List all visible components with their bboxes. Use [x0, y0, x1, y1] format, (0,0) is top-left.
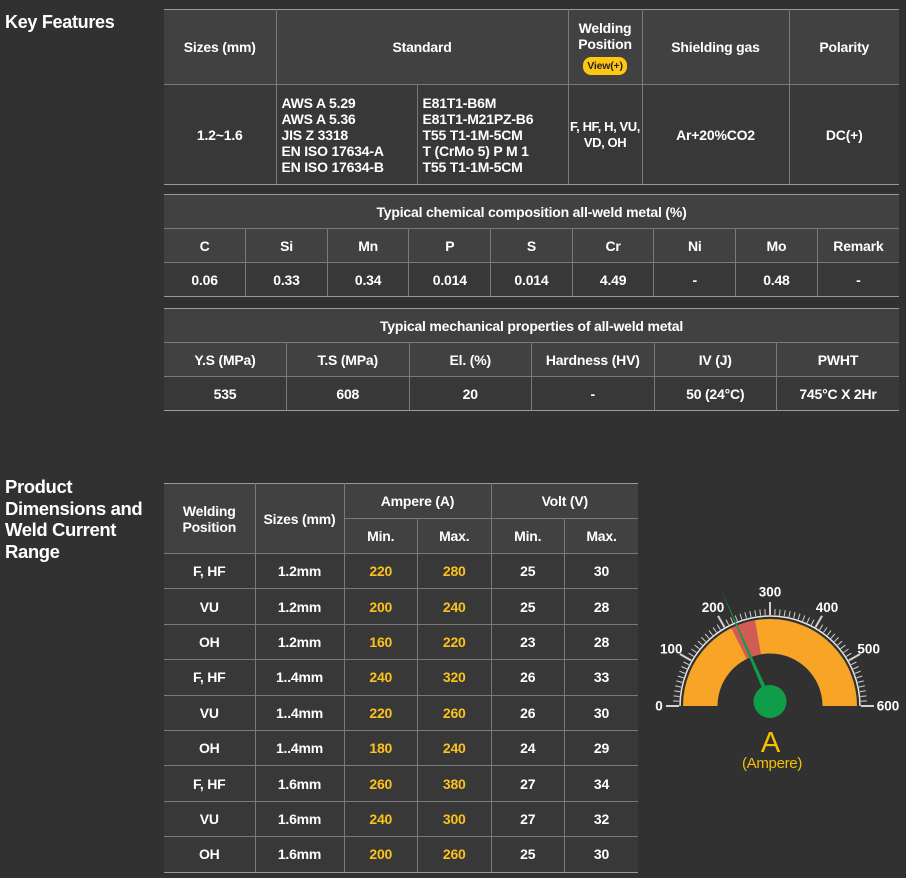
svg-text:500: 500 — [857, 642, 880, 657]
svg-text:300: 300 — [759, 585, 782, 600]
svg-text:0: 0 — [655, 699, 663, 714]
svg-text:200: 200 — [702, 600, 725, 615]
svg-text:(Ampere): (Ampere) — [742, 755, 802, 772]
svg-text:400: 400 — [816, 600, 839, 615]
svg-text:100: 100 — [660, 642, 683, 657]
svg-text:600: 600 — [877, 699, 900, 714]
